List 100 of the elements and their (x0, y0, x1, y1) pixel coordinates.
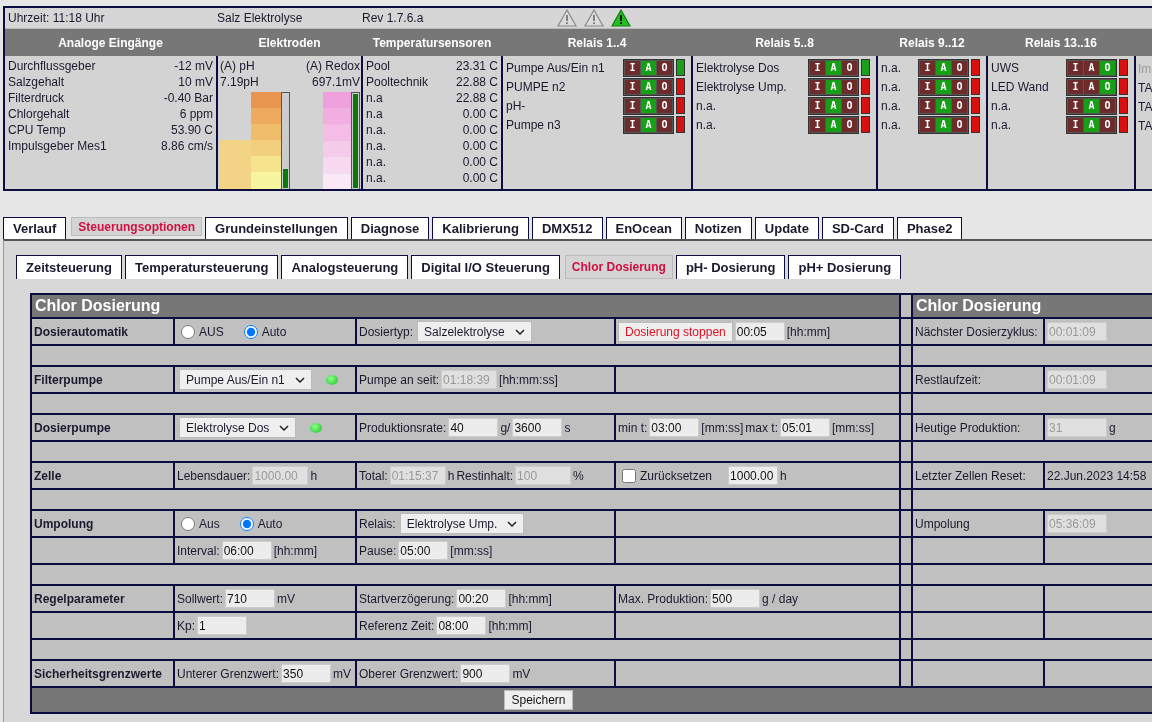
tab[interactable]: pH- Dosierung (675, 255, 786, 279)
radio-button[interactable] (181, 324, 195, 339)
radio-option[interactable]: Auto (243, 324, 287, 339)
mode-button[interactable]: I (1068, 79, 1083, 94)
mode-switch[interactable]: I A O (1066, 58, 1117, 77)
mode-button[interactable]: O (657, 117, 672, 132)
mode-button[interactable]: O (657, 98, 672, 113)
mode-button[interactable]: I (810, 79, 825, 94)
tab[interactable]: Diagnose (350, 217, 430, 239)
relay-name: pH- (506, 98, 526, 113)
tab[interactable]: Chlor Dosierung (564, 255, 673, 279)
stop-button[interactable]: Dosierung stoppen (618, 321, 733, 342)
mode-button[interactable]: O (952, 79, 967, 94)
mode-button[interactable]: I (625, 117, 640, 132)
mode-button[interactable]: A (1084, 60, 1099, 75)
mode-switch[interactable]: I A O (918, 58, 969, 77)
relay-name: UWS (991, 60, 1019, 75)
input-field[interactable]: 900 (460, 664, 511, 683)
dropdown[interactable]: Elektrolyse Dos (179, 417, 297, 438)
mode-button[interactable]: I (920, 117, 935, 132)
tab[interactable]: Notizen (684, 217, 752, 239)
mode-button[interactable]: I (810, 117, 825, 132)
mode-button[interactable]: I (625, 60, 640, 75)
mode-switch[interactable]: I A O (623, 77, 674, 96)
input-field[interactable]: 1000.00 (728, 466, 779, 485)
input-field[interactable]: 500 (710, 589, 761, 608)
mode-button[interactable]: O (1100, 117, 1115, 132)
mode-button[interactable]: I (625, 98, 640, 113)
mode-button[interactable]: O (657, 60, 672, 75)
tab[interactable]: SD-Card (821, 217, 894, 239)
tab[interactable]: Steuerungsoptionen (71, 217, 203, 236)
mode-button[interactable]: O (657, 79, 672, 94)
input-field[interactable]: 00:05 (734, 322, 785, 341)
input-field[interactable]: 710 (225, 589, 275, 608)
radio-button[interactable] (181, 516, 195, 531)
radio-option[interactable]: AUS (181, 324, 224, 339)
dropdown[interactable]: Pumpe Aus/Ein n1 (179, 369, 312, 390)
mode-switch[interactable]: I A O (623, 96, 674, 115)
tab[interactable]: pH+ Dosierung (788, 255, 902, 279)
tab[interactable]: Zeitsteuerung (16, 255, 122, 279)
mode-button[interactable]: O (842, 60, 857, 75)
mode-switch[interactable]: I A O (808, 77, 859, 96)
mode-button[interactable]: O (842, 98, 857, 113)
input-field[interactable]: 06:00 (221, 541, 272, 560)
mode-switch[interactable]: I A O (918, 115, 969, 134)
tab[interactable]: Analogsteuerung (281, 255, 409, 279)
tab[interactable]: Temperatursteuerung (124, 255, 279, 279)
mode-button[interactable]: A (1084, 79, 1099, 94)
mode-button[interactable]: O (952, 60, 967, 75)
mode-button[interactable]: I (1068, 117, 1083, 132)
mode-switch[interactable]: I A O (808, 115, 859, 134)
input-field[interactable]: 05:01 (780, 418, 830, 437)
mode-switch[interactable]: I A O (808, 96, 859, 115)
mode-switch[interactable]: I A O (1066, 115, 1117, 134)
input-field[interactable]: 1 (197, 616, 247, 635)
mode-button[interactable]: I (1068, 98, 1083, 113)
radio-option[interactable]: Aus (181, 516, 220, 531)
tab[interactable]: Phase2 (896, 217, 963, 239)
mode-button[interactable]: I (920, 79, 935, 94)
mode-switch[interactable]: I A O (623, 58, 674, 77)
input-field[interactable]: 03:00 (649, 418, 700, 437)
mode-switch[interactable]: I A O (918, 96, 969, 115)
mode-switch[interactable]: I A O (1066, 96, 1117, 115)
table-cell (901, 442, 913, 463)
mode-button[interactable]: I (1068, 60, 1083, 75)
mode-button[interactable]: O (842, 79, 857, 94)
tab[interactable]: Grundeinstellungen (205, 217, 348, 239)
tab[interactable]: Update (754, 217, 819, 239)
mode-button[interactable]: I (625, 79, 640, 94)
input-field[interactable]: 350 (281, 664, 332, 683)
radio-option[interactable]: Auto (239, 516, 283, 531)
input-field[interactable]: 08:00 (436, 616, 487, 635)
mode-switch[interactable]: I A O (808, 58, 859, 77)
mode-button[interactable]: I (810, 98, 825, 113)
mode-switch[interactable]: I A O (918, 77, 969, 96)
tab[interactable]: Digital I/O Steuerung (411, 255, 560, 279)
checkbox[interactable] (622, 468, 636, 483)
input-field[interactable]: 05:00 (398, 541, 449, 560)
checkbox-option[interactable]: Zurücksetzen (622, 468, 713, 483)
mode-button[interactable]: O (952, 98, 967, 113)
input-field[interactable]: 00:20 (456, 589, 507, 608)
tab[interactable]: EnOcean (605, 217, 682, 239)
radio-button[interactable] (239, 516, 254, 531)
mode-button[interactable]: I (920, 60, 935, 75)
mode-button[interactable]: O (1100, 98, 1115, 113)
save-button[interactable]: Speichern (504, 690, 573, 710)
tab[interactable]: Kalibrierung (432, 217, 529, 239)
mode-switch[interactable]: I A O (1066, 77, 1117, 96)
mode-button[interactable]: I (810, 60, 825, 75)
dropdown[interactable]: Elektrolyse Ump. (399, 513, 525, 534)
mode-button[interactable]: O (842, 117, 857, 132)
tab[interactable]: Verlauf (3, 217, 67, 239)
mode-switch[interactable]: I A O (623, 115, 674, 134)
input-field[interactable]: 40 (448, 418, 499, 437)
mode-button[interactable]: O (952, 117, 967, 132)
mode-button[interactable]: I (920, 98, 935, 113)
input-field[interactable]: 3600 (512, 418, 563, 437)
radio-button[interactable] (243, 324, 258, 339)
tab[interactable]: DMX512 (531, 217, 603, 239)
dropdown[interactable]: Salzelektrolyse (417, 321, 532, 342)
